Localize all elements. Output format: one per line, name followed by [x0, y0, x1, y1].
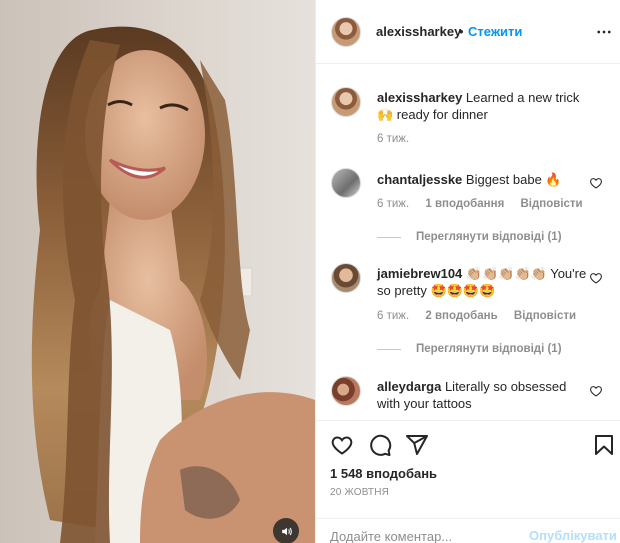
caption-username[interactable]: alexissharkey	[377, 90, 462, 105]
comment-time[interactable]: 6 тиж.	[377, 310, 409, 322]
like-comment-heart-icon[interactable]	[589, 384, 603, 398]
caption-avatar[interactable]	[331, 87, 361, 117]
comment-username[interactable]: chantaljesske	[377, 172, 462, 187]
separator-dot: •	[459, 24, 464, 39]
like-comment-heart-icon[interactable]	[589, 271, 603, 285]
bookmark-icon[interactable]	[592, 433, 616, 457]
comments-list[interactable]: alexissharkey Learned a new trick🙌 ready…	[316, 65, 620, 420]
like-comment-heart-icon[interactable]	[589, 176, 603, 190]
view-replies-label: Переглянути відповіді (1)	[416, 231, 562, 243]
view-replies-button[interactable]: Переглянути відповіді (1)	[377, 231, 562, 243]
post-header: alexissharkey • Стежити	[316, 0, 620, 64]
sound-toggle-button[interactable]	[273, 518, 299, 543]
publish-button[interactable]: Опублікувати	[529, 528, 617, 543]
post-date[interactable]: 20 ЖОВТНЯ	[330, 487, 389, 498]
author-avatar[interactable]	[331, 17, 361, 47]
follow-button[interactable]: Стежити	[468, 24, 522, 39]
more-horizontal-icon[interactable]	[595, 23, 613, 41]
list-item: alleydarga Literally so obsessed with yo…	[377, 378, 592, 412]
comment-likes[interactable]: 1 вподобання	[425, 198, 504, 210]
comment-avatar[interactable]	[331, 168, 361, 198]
replies-divider	[377, 348, 401, 350]
comment-username[interactable]: jamiebrew104	[377, 266, 462, 281]
comment-avatar[interactable]	[331, 263, 361, 293]
comment-likes[interactable]: 2 вподобань	[425, 310, 497, 322]
view-replies-button[interactable]: Переглянути відповіді (1)	[377, 343, 562, 355]
heart-icon[interactable]	[330, 433, 354, 457]
list-item: jamiebrew104 👏🏼👏🏼👏🏼👏🏼👏🏼 You're so pretty…	[377, 265, 592, 299]
comment-text: Biggest babe 🔥	[465, 172, 562, 187]
post-media[interactable]	[0, 0, 315, 543]
comment-avatar[interactable]	[331, 376, 361, 406]
post-actions: 1 548 вподобань 20 ЖОВТНЯ	[316, 420, 620, 520]
comment-icon[interactable]	[368, 433, 392, 457]
paper-plane-icon[interactable]	[405, 433, 429, 457]
comment-meta: 6 тиж. 1 вподобання Відповісти	[377, 198, 596, 210]
likes-count[interactable]: 1 548 вподобань	[330, 466, 437, 481]
post-panel: alexissharkey • Стежити alexissharkey Le…	[315, 0, 620, 543]
caption-time[interactable]: 6 тиж.	[377, 133, 409, 145]
comment-username[interactable]: alleydarga	[377, 379, 441, 394]
replies-divider	[377, 236, 401, 238]
caption: alexissharkey Learned a new trick🙌 ready…	[377, 89, 592, 123]
list-item: chantaljesske Biggest babe 🔥	[377, 171, 592, 188]
comment-time[interactable]: 6 тиж.	[377, 198, 409, 210]
comment-input[interactable]	[330, 527, 520, 543]
comment-composer: Опублікувати	[316, 518, 620, 543]
comment-meta: 6 тиж. 2 вподобань Відповісти	[377, 310, 589, 322]
author-username[interactable]: alexissharkey	[376, 24, 461, 39]
caption-meta: 6 тиж.	[377, 133, 422, 145]
reply-button[interactable]: Відповісти	[514, 310, 576, 322]
reply-button[interactable]: Відповісти	[520, 198, 582, 210]
post-photo	[0, 0, 315, 543]
view-replies-label: Переглянути відповіді (1)	[416, 343, 562, 355]
speaker-icon	[281, 527, 292, 535]
